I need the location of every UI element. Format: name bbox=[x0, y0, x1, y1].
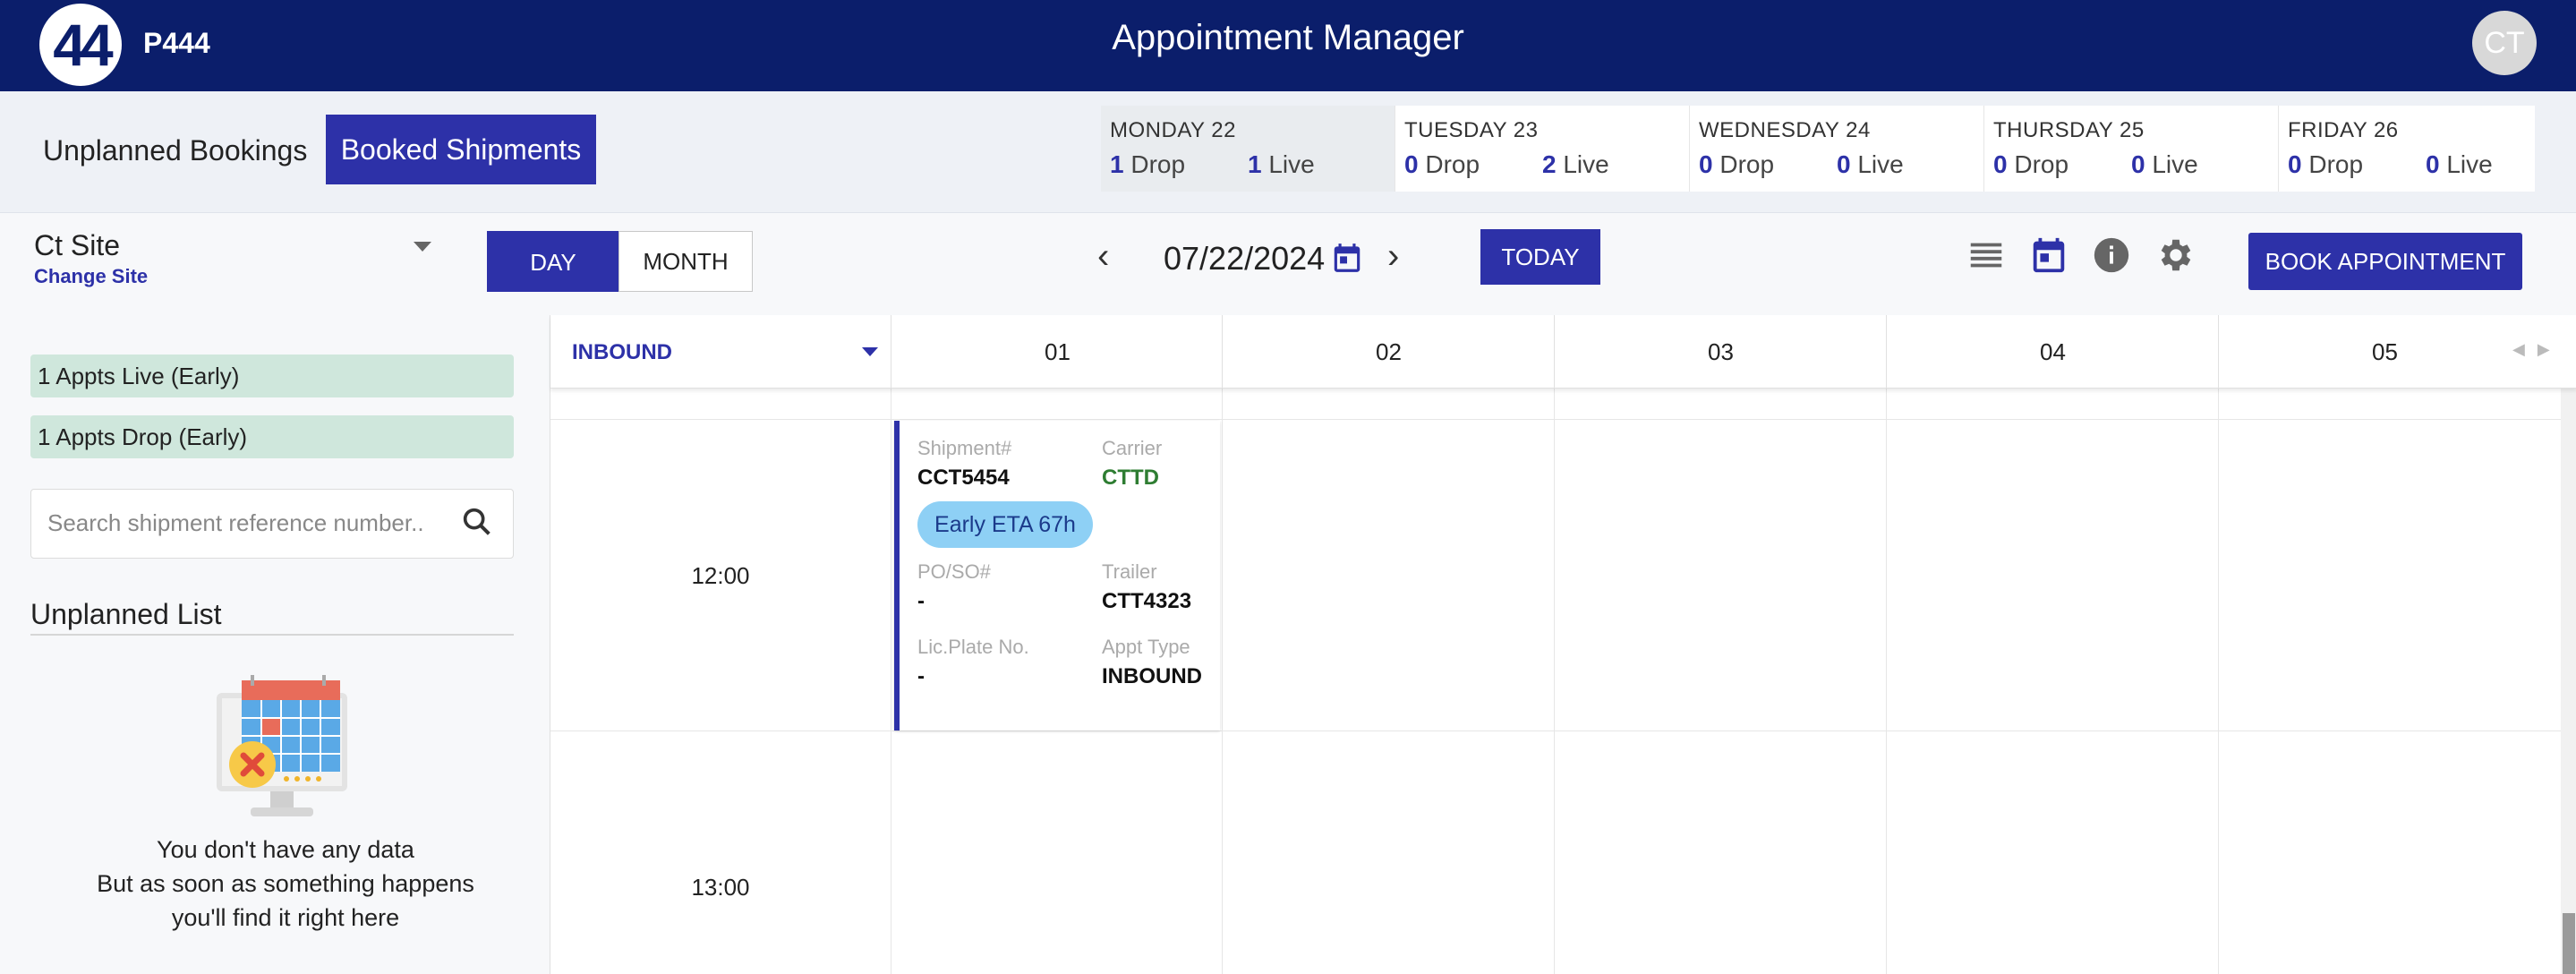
carrier-label: Carrier bbox=[1102, 437, 1163, 459]
scrollbar-thumb[interactable] bbox=[2563, 913, 2575, 974]
live-count: 0 Live bbox=[2426, 150, 2493, 178]
appt-type-value: INBOUND bbox=[1102, 664, 1202, 688]
day-name: THURSDAY 25 bbox=[1993, 118, 2145, 142]
page-title: Appointment Manager bbox=[1112, 18, 1464, 57]
gear-icon[interactable] bbox=[2155, 235, 2196, 276]
day-name: WEDNESDAY 24 bbox=[1699, 118, 1871, 142]
month-view-button[interactable]: MONTH bbox=[618, 231, 753, 292]
time-label: 12:00 bbox=[691, 562, 750, 589]
day-summary-thursday[interactable]: THURSDAY 25 0 Drop 0 Live bbox=[1984, 106, 2279, 192]
day-name: MONDAY 22 bbox=[1110, 118, 1236, 142]
search-icon[interactable] bbox=[459, 504, 495, 540]
divider bbox=[550, 730, 2561, 731]
day-summary-wednesday[interactable]: WEDNESDAY 24 0 Drop 0 Live bbox=[1690, 106, 1984, 192]
live-early-chip[interactable]: 1 Appts Live (Early) bbox=[30, 355, 514, 397]
drop-count: 0 Drop bbox=[1993, 150, 2069, 178]
door-column-header: 02 bbox=[1222, 315, 1555, 389]
drop-count: 1 Drop bbox=[1110, 150, 1186, 178]
divider bbox=[1554, 389, 1555, 974]
inbound-filter[interactable]: INBOUND bbox=[572, 340, 672, 365]
appointment-card[interactable]: Shipment# CCT5454 Carrier CTTD Early ETA… bbox=[894, 421, 1220, 730]
divider bbox=[550, 419, 2561, 420]
day-summary-monday[interactable]: MONDAY 22 1 Drop 1 Live bbox=[1101, 106, 1395, 192]
po-value: - bbox=[917, 589, 925, 613]
trailer-label: Trailer bbox=[1102, 560, 1157, 583]
po-label: PO/SO# bbox=[917, 560, 991, 583]
drop-count: 0 Drop bbox=[2288, 150, 2364, 178]
door-column-header: 05 bbox=[2218, 315, 2551, 389]
divider bbox=[30, 634, 514, 636]
live-count: 1 Live bbox=[1248, 150, 1315, 178]
tab-unplanned-bookings[interactable]: Unplanned Bookings bbox=[43, 134, 307, 167]
unplanned-list-title: Unplanned List bbox=[30, 598, 222, 630]
day-view-button[interactable]: DAY bbox=[487, 231, 619, 292]
book-appointment-button[interactable]: BOOK APPOINTMENT bbox=[2248, 233, 2522, 290]
tab-booked-shipments[interactable]: Booked Shipments bbox=[326, 115, 596, 184]
time-label: 13:00 bbox=[691, 874, 750, 901]
chevron-down-icon[interactable] bbox=[414, 242, 431, 252]
app-header: 44 P444 Appointment Manager CT bbox=[0, 0, 2576, 91]
calendar-grid: INBOUND 01 02 03 04 05 ◀▶ 12:00 13:00 Sh… bbox=[550, 315, 2576, 974]
appt-type-label: Appt Type bbox=[1102, 636, 1190, 658]
list-view-icon[interactable] bbox=[1966, 235, 2007, 276]
day-name: TUESDAY 23 bbox=[1404, 118, 1539, 142]
column-scroll-arrows-icon[interactable]: ◀▶ bbox=[2512, 340, 2563, 359]
today-button[interactable]: TODAY bbox=[1480, 229, 1600, 285]
calendar-icon[interactable] bbox=[1330, 240, 1364, 276]
trailer-value: CTT4323 bbox=[1102, 589, 1192, 613]
info-icon[interactable] bbox=[2091, 235, 2132, 276]
vertical-scrollbar[interactable] bbox=[2561, 389, 2576, 974]
door-column-header: 04 bbox=[1886, 315, 2219, 389]
live-count: 0 Live bbox=[2131, 150, 2198, 178]
eta-badge: Early ETA 67h bbox=[917, 501, 1093, 548]
left-panel: 1 Appts Live (Early) 1 Appts Drop (Early… bbox=[0, 315, 550, 974]
site-name[interactable]: Ct Site bbox=[34, 229, 120, 262]
drop-early-chip[interactable]: 1 Appts Drop (Early) bbox=[30, 415, 514, 458]
door-column-header: 01 bbox=[891, 315, 1224, 389]
search-input[interactable] bbox=[47, 509, 441, 537]
live-count: 0 Live bbox=[1837, 150, 1904, 178]
empty-state-message: You don't have any data But as soon as s… bbox=[97, 836, 474, 931]
drop-count: 0 Drop bbox=[1404, 150, 1480, 178]
shipment-label: Shipment# bbox=[917, 437, 1012, 459]
carrier-value: CTTD bbox=[1102, 466, 1159, 490]
shipment-number: CCT5454 bbox=[917, 466, 1010, 490]
calendar-header: INBOUND 01 02 03 04 05 ◀▶ bbox=[550, 315, 2576, 389]
day-summary-friday[interactable]: FRIDAY 26 0 Drop 0 Live bbox=[2279, 106, 2572, 192]
plate-value: - bbox=[917, 664, 925, 688]
search-box bbox=[30, 489, 514, 559]
divider bbox=[1886, 389, 1887, 974]
change-site-link[interactable]: Change Site bbox=[34, 265, 148, 288]
chevron-right-icon[interactable]: › bbox=[1387, 238, 1399, 274]
chevron-down-icon[interactable] bbox=[862, 347, 878, 356]
day-name: FRIDAY 26 bbox=[2288, 118, 2399, 142]
avatar[interactable]: CT bbox=[2472, 11, 2537, 75]
drop-count: 0 Drop bbox=[1699, 150, 1775, 178]
door-column-header: 03 bbox=[1554, 315, 1887, 389]
calendar-view-icon[interactable] bbox=[2028, 235, 2069, 276]
date-display[interactable]: 07/22/2024 bbox=[1164, 240, 1325, 278]
empty-calendar-illustration-icon bbox=[217, 675, 347, 816]
week-summary: MONDAY 22 1 Drop 1 Live TUESDAY 23 0 Dro… bbox=[1101, 106, 2535, 192]
divider bbox=[2218, 389, 2219, 974]
plate-label: Lic.Plate No. bbox=[917, 636, 1029, 658]
day-summary-tuesday[interactable]: TUESDAY 23 0 Drop 2 Live bbox=[1395, 106, 1690, 192]
live-count: 2 Live bbox=[1542, 150, 1609, 178]
divider bbox=[1222, 389, 1223, 974]
chevron-left-icon[interactable]: ‹ bbox=[1097, 238, 1109, 274]
